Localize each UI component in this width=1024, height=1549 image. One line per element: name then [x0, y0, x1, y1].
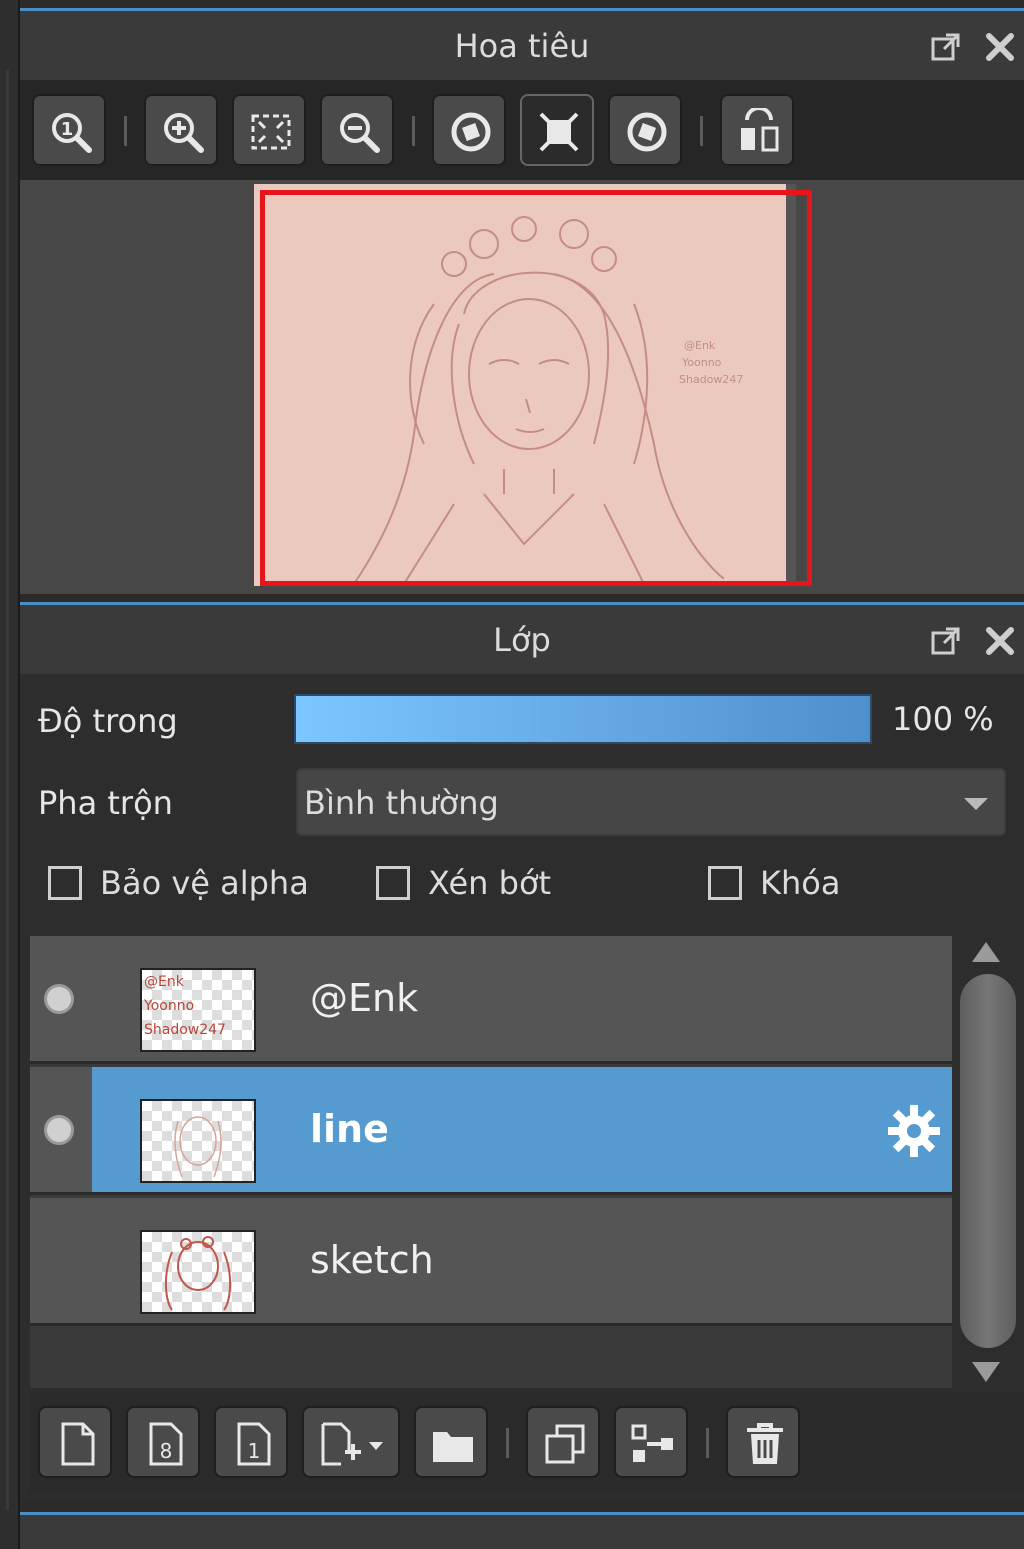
folder-icon	[433, 1432, 473, 1462]
svg-text:8: 8	[160, 1439, 173, 1463]
zoom-reset-icon: 1	[52, 113, 92, 153]
close-icon[interactable]	[984, 31, 1016, 63]
popout-icon[interactable]	[930, 625, 962, 657]
zoom-out-button[interactable]	[320, 94, 394, 166]
navigator-preview[interactable]: @Enk Yoonno Shadow247	[20, 180, 1024, 594]
gear-icon[interactable]	[884, 1101, 944, 1165]
zoom-out-icon	[340, 113, 380, 153]
close-icon[interactable]	[984, 625, 1016, 657]
rotate-right-icon	[627, 112, 667, 152]
scroll-thumb[interactable]	[960, 974, 1016, 1348]
new-layer-button[interactable]	[38, 1406, 112, 1478]
visibility-toggle[interactable]	[44, 1115, 74, 1145]
zoom-in-icon	[164, 113, 204, 153]
flip-icon	[741, 108, 779, 152]
zoom-in-button[interactable]	[144, 94, 218, 166]
blend-mode-value: Bình thường	[304, 784, 499, 822]
svg-text:Yoonno: Yoonno	[143, 998, 194, 1014]
trash-icon	[747, 1423, 783, 1464]
new-1bit-layer-button[interactable]: 1	[214, 1406, 288, 1478]
fit-width-icon	[539, 112, 579, 152]
merge-icon	[631, 1424, 673, 1462]
layer-row-enk[interactable]: @Enk Yoonno Shadow247 @Enk	[30, 936, 952, 1064]
next-panel-header	[20, 1512, 1024, 1549]
merge-down-button[interactable]	[614, 1406, 688, 1478]
rotate-left-button[interactable]	[432, 94, 506, 166]
opacity-label: Độ trong	[38, 702, 178, 740]
layer-toolbar: 8 1	[30, 1392, 1024, 1492]
svg-text:@Enk: @Enk	[144, 974, 185, 990]
fit-screen-button[interactable]	[232, 94, 306, 166]
opacity-slider[interactable]	[294, 694, 872, 744]
navigator-title: Hoa tiêu	[454, 27, 590, 65]
navigator-toolbar: 1	[20, 80, 1024, 180]
layer-thumbnail	[140, 1230, 256, 1314]
next-panel	[20, 1512, 1024, 1549]
layers-header: Lớp	[20, 602, 1024, 674]
new-8bit-layer-button[interactable]: 8	[126, 1406, 200, 1478]
clipping-checkbox[interactable]: Xén bớt	[376, 864, 551, 902]
zoom-reset-button[interactable]: 1	[32, 94, 106, 166]
popout-icon[interactable]	[930, 31, 962, 63]
blend-mode-select[interactable]: Bình thường	[296, 768, 1006, 836]
layers-title: Lớp	[493, 621, 551, 659]
layer-name: line	[310, 1107, 389, 1151]
visibility-toggle[interactable]	[44, 984, 74, 1014]
layer-name: @Enk	[310, 976, 419, 1020]
delete-layer-button[interactable]	[726, 1406, 800, 1478]
left-dock-strip	[0, 0, 20, 1549]
new-page-icon	[61, 1422, 95, 1466]
add-layer-menu-button[interactable]	[302, 1406, 400, 1478]
flip-button[interactable]	[720, 94, 794, 166]
new-folder-button[interactable]	[414, 1406, 488, 1478]
navigator-panel: Hoa tiêu 1 @Enk Yoonno Shadow247	[20, 8, 1024, 594]
eight-bit-layer-icon: 8	[149, 1422, 183, 1466]
one-bit-layer-icon: 1	[237, 1422, 271, 1466]
layer-list: @Enk Yoonno Shadow247 @Enk line sketch	[30, 936, 952, 1388]
blend-label: Pha trộn	[38, 784, 173, 822]
navigator-header: Hoa tiêu	[20, 8, 1024, 80]
scroll-down-icon[interactable]	[972, 1362, 1000, 1382]
duplicate-icon	[545, 1424, 585, 1464]
scroll-up-icon[interactable]	[972, 942, 1000, 962]
rotate-left-icon	[451, 112, 491, 152]
svg-text:Shadow247: Shadow247	[144, 1022, 226, 1038]
lock-checkbox[interactable]: Khóa	[708, 864, 840, 902]
svg-text:1: 1	[61, 119, 74, 140]
layer-row-sketch[interactable]: sketch	[30, 1198, 952, 1326]
fit-screen-icon	[251, 114, 291, 150]
layer-row-line[interactable]: line	[30, 1067, 952, 1195]
svg-text:1: 1	[248, 1439, 261, 1463]
duplicate-layer-button[interactable]	[526, 1406, 600, 1478]
fit-width-button[interactable]	[520, 94, 594, 166]
chevron-down-icon	[964, 798, 988, 810]
view-frame[interactable]	[260, 190, 812, 586]
layer-thumbnail: @Enk Yoonno Shadow247	[140, 968, 256, 1052]
layer-thumbnail	[140, 1099, 256, 1183]
rotate-right-button[interactable]	[608, 94, 682, 166]
protect-alpha-checkbox[interactable]: Bảo vệ alpha	[48, 864, 309, 902]
add-layer-icon	[321, 1422, 383, 1466]
layers-panel: Lớp Độ trong 100 % Pha trộn Bình thường …	[20, 602, 1024, 1502]
layer-scrollbar[interactable]	[958, 936, 1016, 1388]
layer-name: sketch	[310, 1238, 434, 1282]
opacity-value: 100 %	[892, 700, 994, 738]
